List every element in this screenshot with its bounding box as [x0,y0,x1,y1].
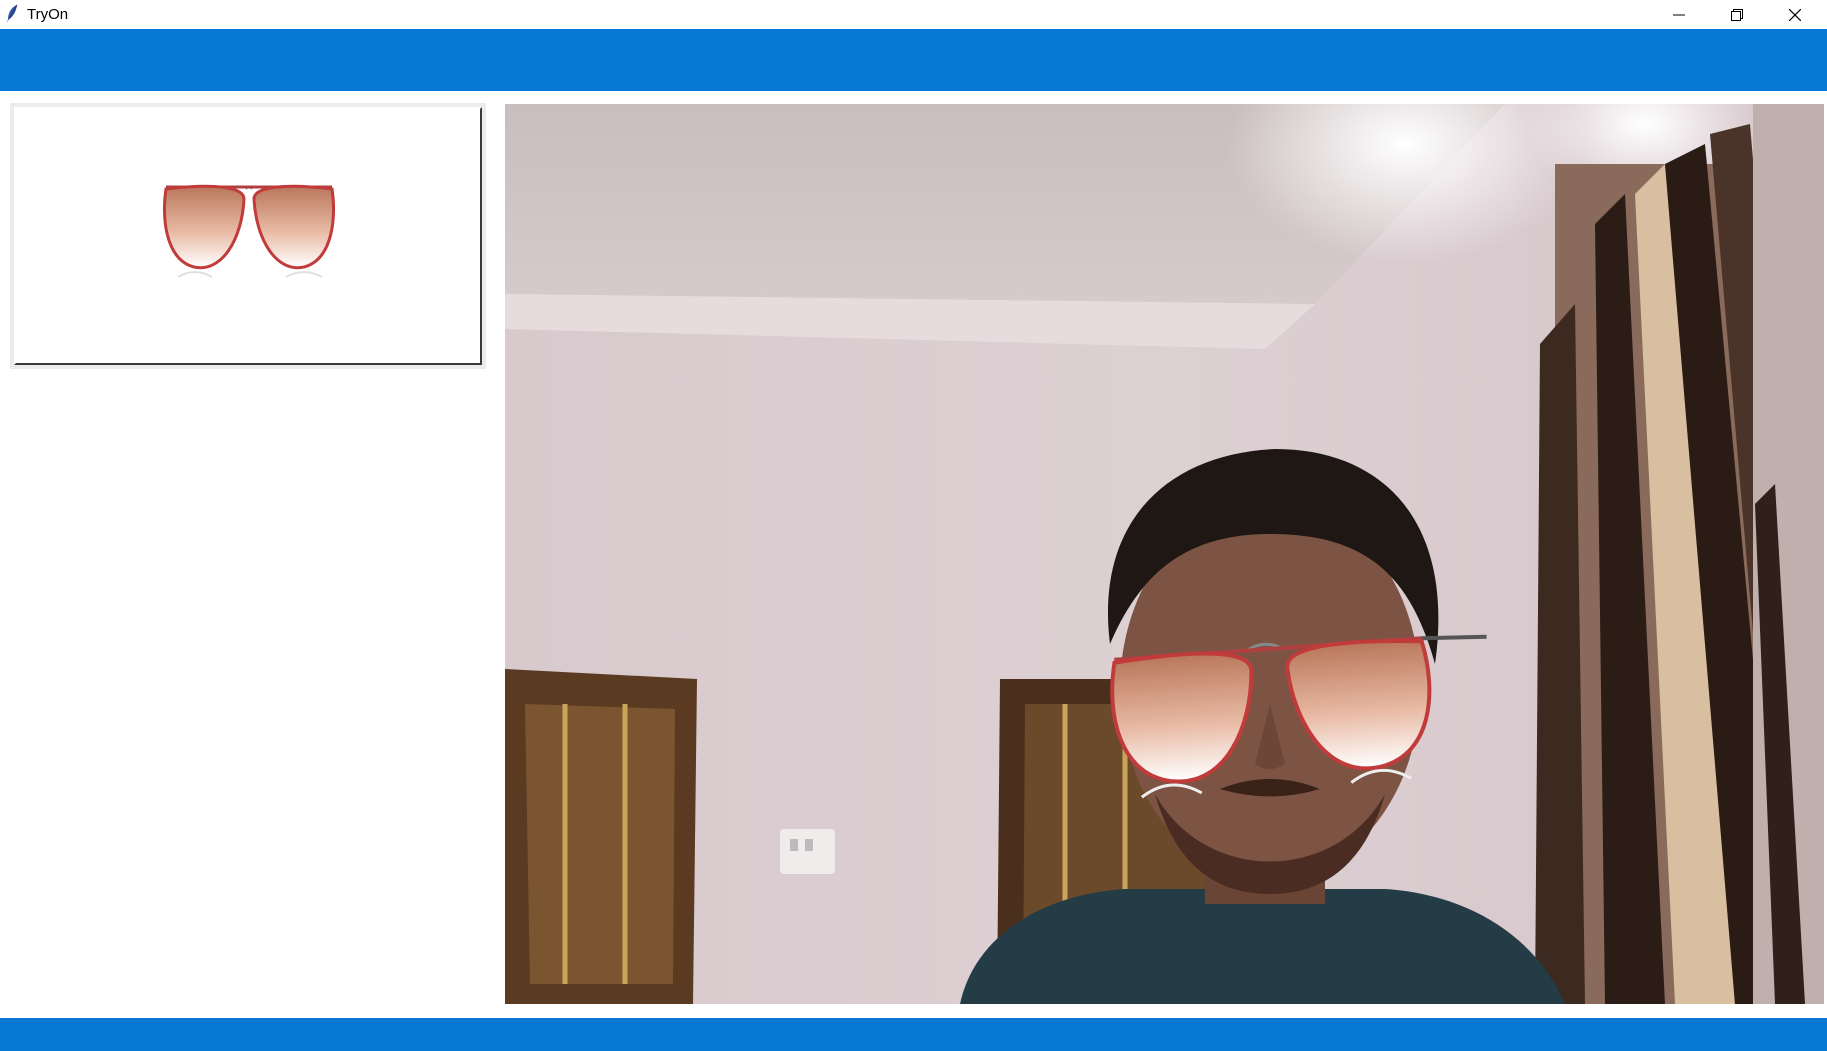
footer-band [0,1018,1827,1051]
close-button[interactable] [1766,0,1824,29]
camera-feed [505,104,1824,1004]
window-title: TryOn [27,6,69,23]
feather-icon [5,4,19,24]
product-thumbnail [14,107,482,365]
tryon-window: TryOn [0,0,1827,1051]
header-band [0,29,1827,91]
minimize-button[interactable] [1650,0,1708,29]
title-bar[interactable]: TryOn [0,0,1827,29]
restore-icon [1731,8,1743,21]
minimize-icon [1673,9,1685,21]
restore-button[interactable] [1708,0,1766,29]
product-thumbnail-button[interactable] [10,103,486,369]
close-icon [1789,8,1801,21]
product-panel [0,91,500,1018]
aviator-sunglasses-icon [163,184,335,278]
